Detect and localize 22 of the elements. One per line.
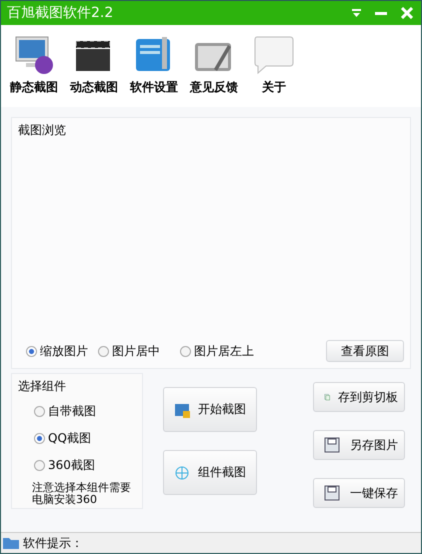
- toolbar-button[interactable]: 软件设置: [127, 33, 181, 107]
- save-button[interactable]: 一键保存: [313, 478, 405, 508]
- radio-option[interactable]: QQ截图: [34, 430, 142, 447]
- radio-option[interactable]: 自带截图: [34, 403, 142, 420]
- save-button[interactable]: 存到剪切板: [313, 382, 405, 412]
- radio-option[interactable]: 360截图: [34, 457, 142, 474]
- note-text: 注意选择本组件需要电脑安装360: [31, 480, 132, 506]
- view-original-button[interactable]: 查看原图: [326, 340, 404, 362]
- window-title: 百旭截图软件2.2: [7, 4, 114, 22]
- save-button[interactable]: 另存图片: [313, 430, 405, 460]
- radio-option[interactable]: 图片居中: [98, 342, 160, 360]
- toolbar-button[interactable]: 意见反馈: [187, 33, 241, 107]
- radio-option[interactable]: 缩放图片: [26, 342, 88, 360]
- toolbar-button[interactable]: 静态截图: [7, 33, 61, 107]
- group-title: 选择组件: [17, 378, 67, 395]
- status-text: 软件提示：: [23, 534, 83, 552]
- radio-option[interactable]: 图片居左上: [180, 342, 254, 360]
- group-title: 截图浏览: [17, 122, 67, 139]
- toolbar-button[interactable]: 关于: [247, 33, 301, 107]
- toolbar-button[interactable]: 动态截图: [67, 33, 121, 107]
- capture-button[interactable]: 开始截图: [163, 387, 257, 432]
- capture-button[interactable]: 组件截图: [163, 450, 257, 495]
